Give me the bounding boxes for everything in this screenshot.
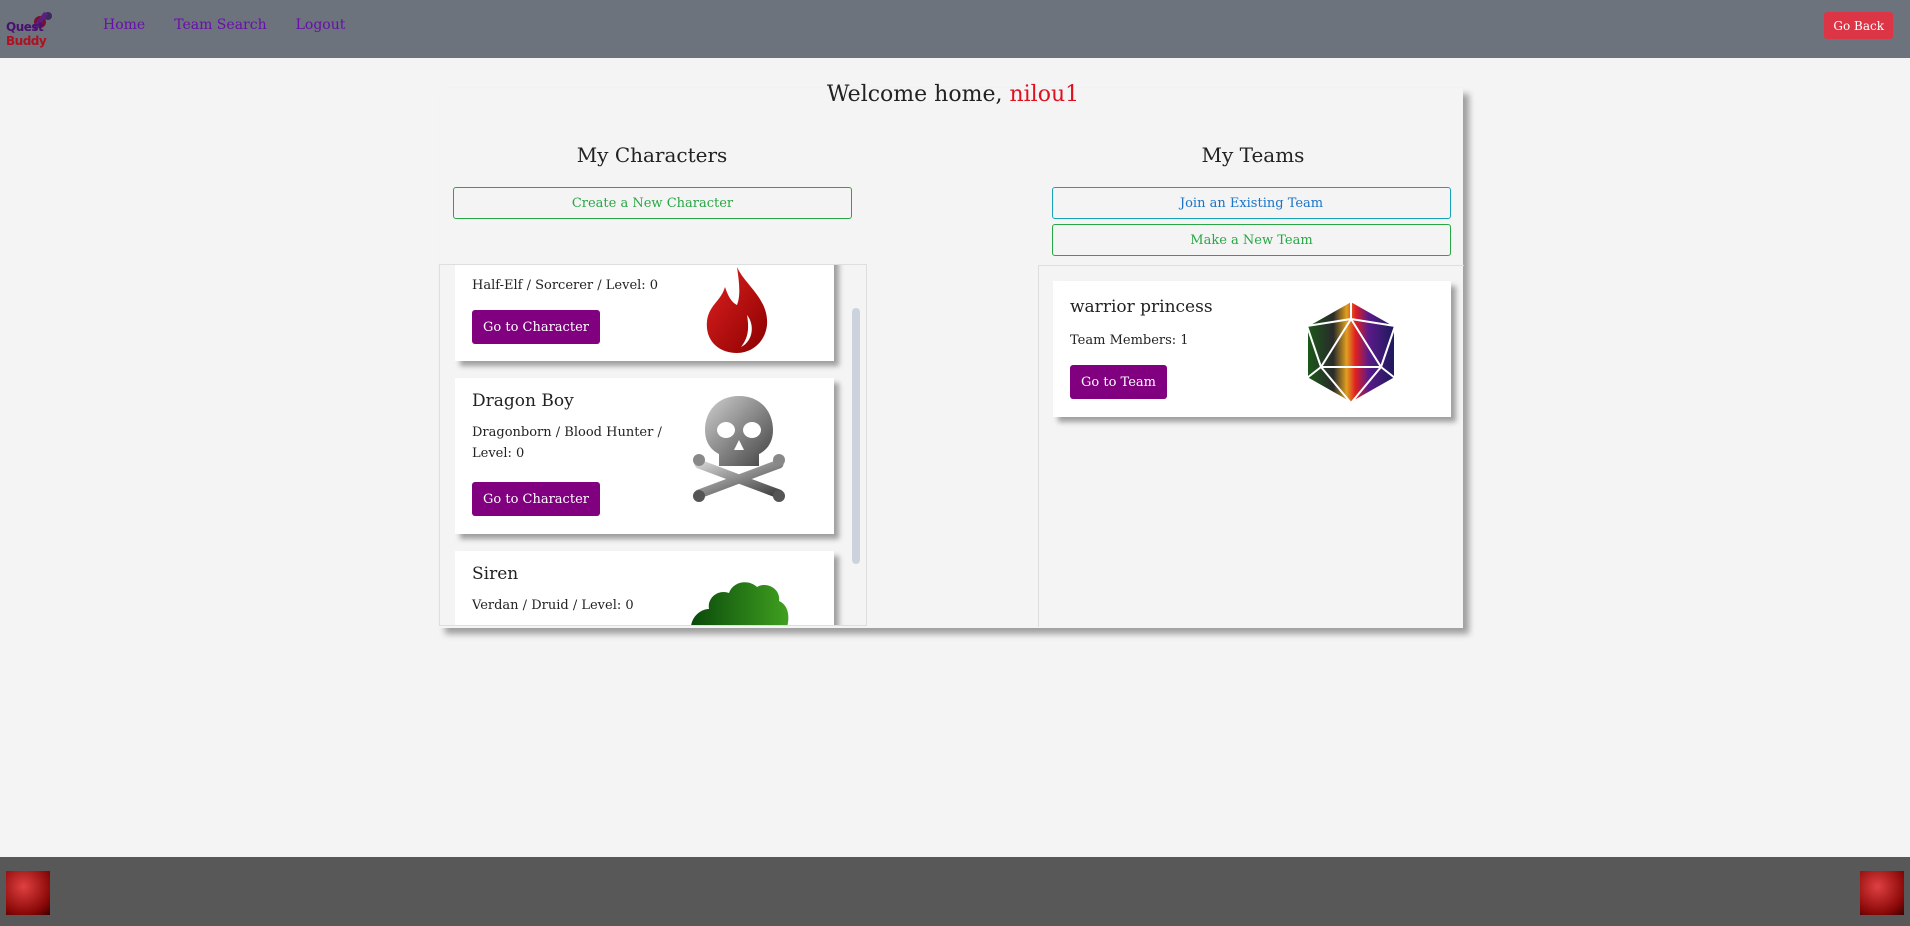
character-details: Dragonborn / Blood Hunter / Level: 0	[472, 425, 662, 461]
character-name: Siren	[472, 564, 519, 584]
nav-team-search-link[interactable]: Team Search	[174, 17, 266, 33]
team-members: Team Members: 1	[1070, 333, 1189, 348]
d20-dice-icon	[1306, 299, 1396, 405]
nav-home-link[interactable]: Home	[103, 17, 145, 33]
nav-links: Home Team Search Logout	[103, 17, 345, 33]
dice-icon-left	[6, 871, 50, 915]
welcome-heading: Welcome home, nilou1	[826, 82, 1080, 107]
go-back-button[interactable]: Go Back	[1824, 12, 1893, 39]
go-to-character-button[interactable]: Go to Character	[472, 310, 600, 344]
navbar: Quest Buddy Home Team Search Logout Go B…	[0, 0, 1910, 58]
character-details: Half-Elf / Sorcerer / Level: 0	[472, 278, 659, 293]
logo-text: Quest Buddy	[6, 20, 47, 48]
character-card: Half-Elf / Sorcerer / Level: 0 Go to Cha…	[455, 265, 834, 361]
tree-icon	[691, 582, 789, 625]
footer	[0, 857, 1910, 926]
join-team-button[interactable]: Join an Existing Team	[1052, 187, 1451, 219]
my-characters-title: My Characters	[576, 143, 728, 167]
character-details: Verdan / Druid / Level: 0	[472, 598, 634, 613]
team-card: warrior princess Team Members: 1 Go to T…	[1053, 281, 1451, 417]
username: nilou1	[1009, 82, 1080, 107]
character-name: Dragon Boy	[472, 391, 574, 411]
character-list-scrollbar[interactable]	[852, 308, 860, 564]
go-to-team-button[interactable]: Go to Team	[1070, 365, 1167, 399]
team-name: warrior princess	[1070, 297, 1213, 317]
dice-icon-right	[1860, 871, 1904, 915]
create-character-button[interactable]: Create a New Character	[453, 187, 852, 219]
character-card: Dragon Boy Dragonborn / Blood Hunter / L…	[455, 378, 834, 534]
go-to-character-button[interactable]: Go to Character	[472, 482, 600, 516]
character-list[interactable]: Half-Elf / Sorcerer / Level: 0 Go to Cha…	[439, 264, 867, 626]
skull-crossbones-icon	[693, 396, 785, 502]
make-team-button[interactable]: Make a New Team	[1052, 224, 1451, 256]
nav-logout-link[interactable]: Logout	[296, 17, 346, 33]
character-card: Siren Verdan / Druid / Level: 0	[455, 551, 834, 625]
flame-icon	[706, 267, 768, 353]
my-teams-title: My Teams	[1201, 143, 1305, 167]
quest-buddy-logo[interactable]: Quest Buddy	[6, 8, 74, 48]
